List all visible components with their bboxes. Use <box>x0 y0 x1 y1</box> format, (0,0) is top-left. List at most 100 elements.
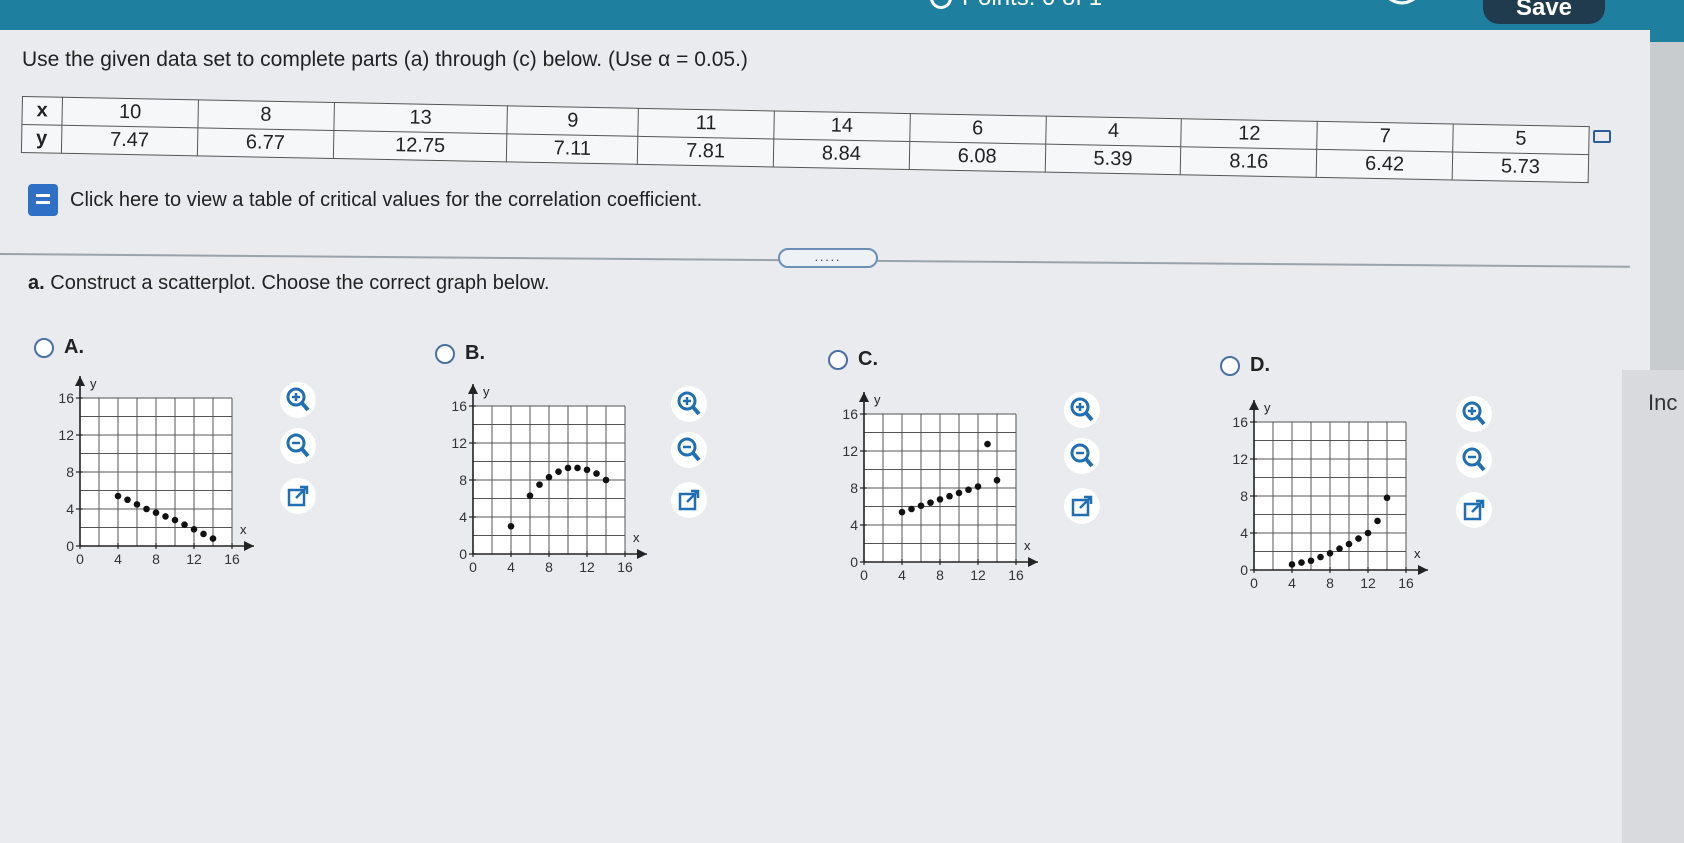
data-point <box>1364 529 1372 537</box>
y-axis-label: y <box>90 376 97 391</box>
copy-table-icon[interactable] <box>1593 130 1611 143</box>
table-cell: 12 <box>1181 118 1318 150</box>
table-cell: 7 <box>1316 121 1454 152</box>
table-cell: 8 <box>197 99 335 131</box>
y-tick-label: 8 <box>850 480 858 496</box>
x-tick-label: 8 <box>936 567 944 583</box>
x-tick-label: 16 <box>617 559 633 575</box>
data-point <box>936 496 944 503</box>
data-point <box>1317 553 1324 561</box>
option-b-select[interactable]: B. <box>435 342 485 365</box>
data-point <box>965 486 972 494</box>
radio-a[interactable] <box>34 337 54 358</box>
external-link-icon[interactable] <box>669 480 709 520</box>
scatterplot-a: x y 0 4 8 12 16 0 4 8 12 16 <box>58 376 254 567</box>
settings-icon[interactable] <box>1380 0 1424 16</box>
x-axis-arrow <box>1418 565 1428 575</box>
external-link-icon[interactable] <box>278 476 318 516</box>
part-a-prefix: a. <box>28 272 45 294</box>
data-point <box>162 513 169 520</box>
zoom-in-icon[interactable] <box>278 380 318 420</box>
zoom-in-icon[interactable] <box>1062 390 1102 430</box>
zoom-in-icon[interactable] <box>669 384 709 424</box>
data-point <box>993 476 1001 484</box>
zoom-out-icon[interactable] <box>1062 436 1102 476</box>
option-d-select[interactable]: D. <box>1220 354 1270 377</box>
table-cell: 6 <box>909 113 1046 145</box>
x-tick-label: 16 <box>224 551 240 567</box>
table-cell: 6.77 <box>197 127 334 159</box>
critical-values-link[interactable]: Click here to view a table of critical v… <box>28 184 702 216</box>
table-cell: 7.11 <box>506 133 638 165</box>
data-point <box>593 470 600 477</box>
data-point <box>1326 550 1334 557</box>
expand-button[interactable]: ..... <box>778 248 878 268</box>
data-point <box>181 521 188 529</box>
data-point <box>898 508 906 516</box>
y-tick-label: 16 <box>1232 414 1248 430</box>
external-link-icon[interactable] <box>1454 490 1494 530</box>
radio-c[interactable] <box>828 349 848 370</box>
table-cell: 7.47 <box>61 125 198 156</box>
x-axis-label: x <box>1024 538 1031 553</box>
table-cell: 8.84 <box>773 138 910 170</box>
side-panel-edge <box>1622 370 1684 843</box>
x-tick-label: 0 <box>1250 575 1258 591</box>
y-axis-label: y <box>874 392 881 407</box>
option-a-select[interactable]: A. <box>34 336 84 359</box>
external-link-icon[interactable] <box>1062 486 1102 526</box>
x-axis-label: x <box>1414 546 1421 561</box>
data-point <box>545 473 553 481</box>
data-point <box>574 464 581 472</box>
data-point <box>143 505 150 513</box>
table-cell: 9 <box>507 105 639 137</box>
data-point <box>1298 559 1305 566</box>
data-point <box>564 464 572 472</box>
x-tick-label: 12 <box>970 567 986 583</box>
book-icon <box>28 184 58 216</box>
progress-ring-icon <box>930 0 952 9</box>
data-point <box>1355 535 1362 542</box>
x-tick-label: 12 <box>579 559 595 575</box>
zoom-out-icon[interactable] <box>669 430 709 470</box>
option-c-select[interactable]: C. <box>828 348 878 371</box>
data-point <box>583 466 591 474</box>
data-point <box>200 530 207 538</box>
points-indicator: Points: 0 of 1 <box>930 0 1102 12</box>
option-d-label: D. <box>1250 354 1270 376</box>
table-cell: 10 <box>61 97 199 128</box>
radio-b[interactable] <box>435 343 455 364</box>
table-cell: 14 <box>773 110 911 142</box>
zoom-in-icon[interactable] <box>1454 394 1494 434</box>
data-point <box>114 492 122 500</box>
x-tick-label: 12 <box>186 551 202 567</box>
points-text: Points: 0 of 1 <box>962 0 1102 12</box>
y-axis-arrow <box>1249 400 1259 410</box>
data-point <box>507 522 515 530</box>
y-tick-label: 12 <box>451 435 467 451</box>
y-tick-label: 12 <box>842 443 858 459</box>
y-tick-label: 8 <box>1240 488 1248 504</box>
table-cell: 5 <box>1452 123 1590 155</box>
data-point <box>974 483 982 490</box>
x-axis-arrow <box>1028 557 1038 567</box>
data-point <box>1383 494 1391 502</box>
y-tick-label: 0 <box>1240 562 1248 578</box>
table-cell: 13 <box>333 102 508 134</box>
zoom-out-icon[interactable] <box>278 426 318 466</box>
y-tick-label: 8 <box>459 472 467 488</box>
zoom-out-icon[interactable] <box>1454 440 1494 480</box>
data-point <box>536 481 543 488</box>
radio-d[interactable] <box>1220 355 1240 376</box>
x-tick-label: 4 <box>1288 575 1296 591</box>
x-tick-label: 0 <box>860 567 868 583</box>
y-tick-label: 16 <box>451 398 467 414</box>
data-point <box>946 492 953 500</box>
data-point <box>124 496 131 504</box>
save-button[interactable]: Save <box>1483 0 1605 24</box>
table-cell: 12.75 <box>333 130 508 162</box>
data-point <box>209 535 217 542</box>
data-point <box>190 526 198 533</box>
x-axis-arrow <box>244 541 254 551</box>
x-tick-label: 16 <box>1398 575 1414 591</box>
